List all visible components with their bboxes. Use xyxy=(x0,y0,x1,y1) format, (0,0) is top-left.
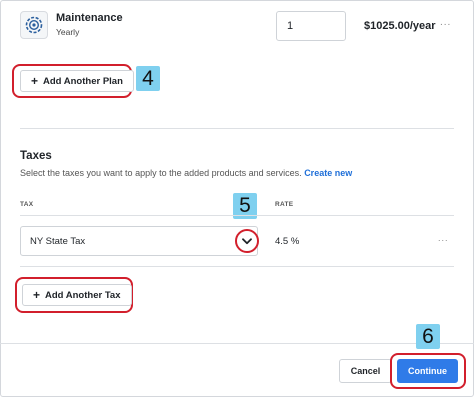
gear-icon xyxy=(20,11,48,39)
taxes-description: Select the taxes you want to apply to th… xyxy=(20,168,352,178)
add-another-plan-button[interactable]: + Add Another Plan xyxy=(20,70,134,92)
continue-button[interactable]: Continue xyxy=(397,359,458,383)
taxes-description-text: Select the taxes you want to apply to th… xyxy=(20,168,302,178)
plus-icon: + xyxy=(31,74,39,88)
plan-name: Maintenance xyxy=(56,12,123,24)
plan-price: $1025.00/year xyxy=(364,20,436,32)
rate-column-header: RATE xyxy=(275,201,294,208)
plan-billing-cycle: Yearly xyxy=(56,27,80,37)
taxes-heading: Taxes xyxy=(20,150,52,162)
section-divider xyxy=(20,128,454,129)
plus-icon: + xyxy=(33,288,41,302)
tax-header-divider xyxy=(20,215,454,216)
footer-divider xyxy=(0,343,474,344)
tax-select[interactable]: NY State Tax xyxy=(20,226,258,256)
tax-row-more-menu[interactable]: ... xyxy=(438,233,449,243)
create-new-tax-link[interactable]: Create new xyxy=(304,168,352,178)
tax-row-divider xyxy=(20,266,454,267)
chevron-down-icon[interactable] xyxy=(235,229,259,253)
tax-select-value: NY State Tax xyxy=(30,235,86,247)
add-another-plan-label: Add Another Plan xyxy=(43,75,123,87)
tax-rate-value: 4.5 % xyxy=(275,236,300,247)
cancel-button[interactable]: Cancel xyxy=(339,359,392,383)
add-another-tax-label: Add Another Tax xyxy=(45,289,121,301)
plan-quantity-input[interactable] xyxy=(276,11,346,41)
plan-more-menu[interactable]: ... xyxy=(440,17,451,28)
tax-column-header: TAX xyxy=(20,201,34,208)
step-badge-6: 6 xyxy=(416,324,440,349)
add-another-tax-button[interactable]: + Add Another Tax xyxy=(22,284,132,306)
step-badge-4: 4 xyxy=(136,66,160,91)
